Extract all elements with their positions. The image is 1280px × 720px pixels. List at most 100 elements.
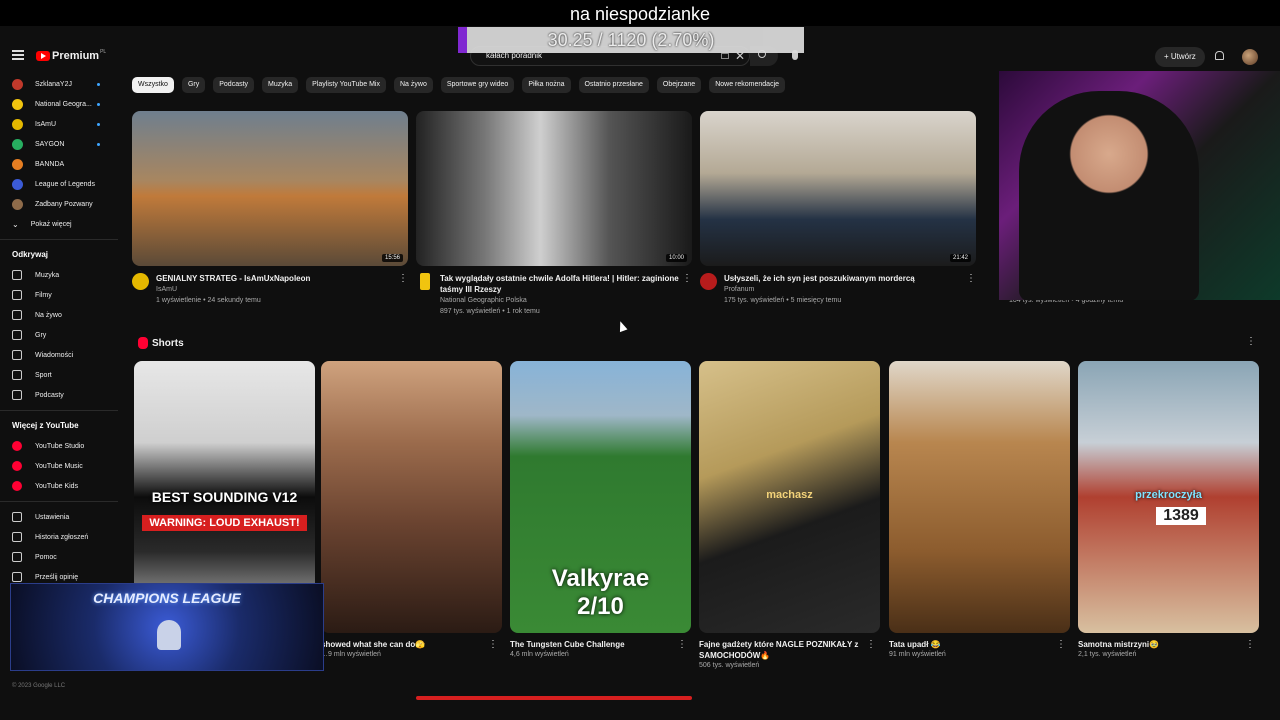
news-icon: [12, 350, 22, 360]
short-thumbnail[interactable]: [889, 361, 1070, 633]
keyboard-icon[interactable]: [721, 53, 729, 59]
sidebar-item[interactable]: Muzyka: [0, 265, 118, 285]
sidebar-item-label: Filmy: [35, 291, 52, 299]
short-title[interactable]: Fajne gadżety które NAGLE POZNIKAŁY z SA…: [699, 639, 859, 661]
more-vert-icon[interactable]: ⋮: [1245, 639, 1255, 650]
video-channel[interactable]: Profanum: [724, 286, 754, 293]
more-vert-icon[interactable]: ⋮: [1246, 336, 1256, 347]
channel-avatar: [12, 178, 23, 190]
sidebar-item[interactable]: Ustawienia: [0, 507, 118, 527]
video-channel[interactable]: National Geographic Polska: [440, 297, 527, 304]
sidebar-item-label: Ustawienia: [35, 513, 70, 521]
chevron-down-icon: ⌄: [12, 219, 19, 229]
short-caption: WARNING: LOUD EXHAUST!: [142, 515, 307, 531]
stream-title: na niespodzianke: [569, 4, 711, 24]
sidebar-item-label: Podcasty: [35, 391, 64, 399]
short-card[interactable]: showed what she can do🫣 …9 mln wyświetle…: [321, 361, 502, 658]
filter-chip[interactable]: Piłka nożna: [522, 77, 571, 93]
sidebar-item[interactable]: Sport: [0, 365, 118, 385]
filter-chip[interactable]: Podcasty: [213, 77, 255, 93]
video-thumbnail[interactable]: 21:42: [700, 111, 976, 266]
short-thumbnail[interactable]: Valkyrae 2/10: [510, 361, 691, 633]
channel-avatar[interactable]: [420, 273, 430, 290]
show-more-button[interactable]: ⌄ Pokaż więcej: [0, 214, 118, 234]
youtube-logo[interactable]: Premium PL: [36, 49, 107, 62]
notifications-bell-icon[interactable]: [1215, 51, 1224, 60]
more-from-youtube-heading: Więcej z YouTube: [12, 421, 79, 430]
short-title[interactable]: Samotna mistrzyni🥹: [1078, 639, 1238, 650]
next-row-thumbnail: [416, 696, 692, 700]
subscription-item[interactable]: National Geogra...: [0, 94, 118, 114]
channel-avatar: [12, 158, 23, 170]
sport-icon: [12, 370, 22, 380]
subscription-item[interactable]: SzklanaY2J: [0, 74, 118, 94]
short-thumbnail[interactable]: machasz: [699, 361, 880, 633]
sidebar-item[interactable]: Gry: [0, 325, 118, 345]
sidebar-item-label: Pomoc: [35, 553, 57, 561]
streamer-image: [1019, 91, 1199, 300]
short-card[interactable]: machasz Fajne gadżety które NAGLE POZNIK…: [699, 361, 880, 669]
video-channel[interactable]: IsAmU: [156, 286, 177, 293]
more-vert-icon[interactable]: ⋮: [866, 639, 876, 650]
short-title[interactable]: Tata upadł 😂: [889, 639, 1049, 650]
more-vert-icon[interactable]: ⋮: [966, 273, 976, 284]
logo-region: PL: [100, 49, 107, 55]
filter-chip[interactable]: Muzyka: [262, 77, 299, 93]
more-vert-icon[interactable]: ⋮: [1056, 639, 1066, 650]
sidebar-item[interactable]: Historia zgłoszeń: [0, 527, 118, 547]
filter-chip[interactable]: Nowe rekomendacje: [709, 77, 786, 93]
channel-avatar: [12, 78, 23, 90]
champions-league-banner: CHAMPIONS LEAGUE: [10, 583, 324, 671]
subscription-item[interactable]: Zadbany Pozwany: [0, 194, 118, 214]
goal-progress-bar: 30.25 / 1120 (2.70%): [458, 27, 804, 53]
video-card[interactable]: 21:42 Usłyszeli, że ich syn jest poszuki…: [700, 111, 976, 304]
account-avatar[interactable]: [1242, 49, 1258, 65]
menu-icon[interactable]: [12, 50, 24, 60]
more-vert-icon[interactable]: ⋮: [682, 273, 692, 284]
short-thumbnail[interactable]: [321, 361, 502, 633]
short-caption: machasz: [766, 489, 813, 501]
short-views: 91 mln wyświetleń: [889, 651, 946, 658]
more-vert-icon[interactable]: ⋮: [677, 639, 687, 650]
more-vert-icon[interactable]: ⋮: [398, 273, 408, 284]
sidebar-item[interactable]: Pomoc: [0, 547, 118, 567]
subscription-item[interactable]: IsAmU: [0, 114, 118, 134]
video-thumbnail[interactable]: 15:56: [132, 111, 408, 266]
filter-chip[interactable]: Obejrzane: [656, 77, 702, 93]
short-thumbnail[interactable]: przekroczyła 1389: [1078, 361, 1259, 633]
subscription-item[interactable]: League of Legends: [0, 174, 118, 194]
more-vert-icon[interactable]: ⋮: [488, 639, 498, 650]
video-title[interactable]: GENIALNY STRATEG - IsAmUxNapoleon: [156, 273, 396, 284]
subscription-item[interactable]: BANNDA: [0, 154, 118, 174]
sidebar-item[interactable]: YouTube Studio: [0, 436, 118, 456]
video-card[interactable]: 10:00 Tak wyglądały ostatnie chwile Adol…: [416, 111, 692, 315]
filter-chip[interactable]: Gry: [181, 77, 206, 93]
channel-avatar[interactable]: [700, 273, 717, 290]
sidebar-item[interactable]: Na żywo: [0, 305, 118, 325]
short-card[interactable]: przekroczyła 1389 Samotna mistrzyni🥹 2,1…: [1078, 361, 1259, 658]
filter-chip[interactable]: Wszystko: [132, 77, 174, 93]
filter-chip[interactable]: Na żywo: [394, 77, 433, 93]
sidebar-item-label: Historia zgłoszeń: [35, 533, 89, 541]
filter-chip[interactable]: Sportowe gry wideo: [440, 77, 515, 93]
video-title[interactable]: Usłyszeli, że ich syn jest poszukiwanym …: [724, 273, 964, 284]
sidebar-item[interactable]: Filmy: [0, 285, 118, 305]
subscription-item[interactable]: SAYGON: [0, 134, 118, 154]
filter-chip[interactable]: Ostatnio przesłane: [578, 77, 649, 93]
filter-chip[interactable]: Playlisty YouTube Mix: [306, 77, 386, 93]
video-title[interactable]: Tak wyglądały ostatnie chwile Adolfa Hit…: [440, 273, 680, 295]
video-card[interactable]: 15:56 GENIALNY STRATEG - IsAmUxNapoleon …: [132, 111, 408, 304]
short-title[interactable]: showed what she can do🫣: [321, 639, 481, 650]
sidebar-item[interactable]: YouTube Kids: [0, 476, 118, 496]
short-card[interactable]: Tata upadł 😂 91 mln wyświetleń ⋮: [889, 361, 1070, 658]
channel-avatar[interactable]: [132, 273, 149, 290]
short-title[interactable]: The Tungsten Cube Challenge: [510, 639, 670, 650]
divider: [0, 239, 118, 240]
create-button[interactable]: + Utwórz: [1155, 47, 1205, 67]
short-card[interactable]: Valkyrae 2/10 The Tungsten Cube Challeng…: [510, 361, 691, 658]
video-thumbnail[interactable]: 10:00: [416, 111, 692, 266]
short-views: …9 mln wyświetleń: [321, 651, 381, 658]
sidebar-item[interactable]: Wiadomości: [0, 345, 118, 365]
sidebar-item[interactable]: YouTube Music: [0, 456, 118, 476]
sidebar-item[interactable]: Podcasty: [0, 385, 118, 405]
